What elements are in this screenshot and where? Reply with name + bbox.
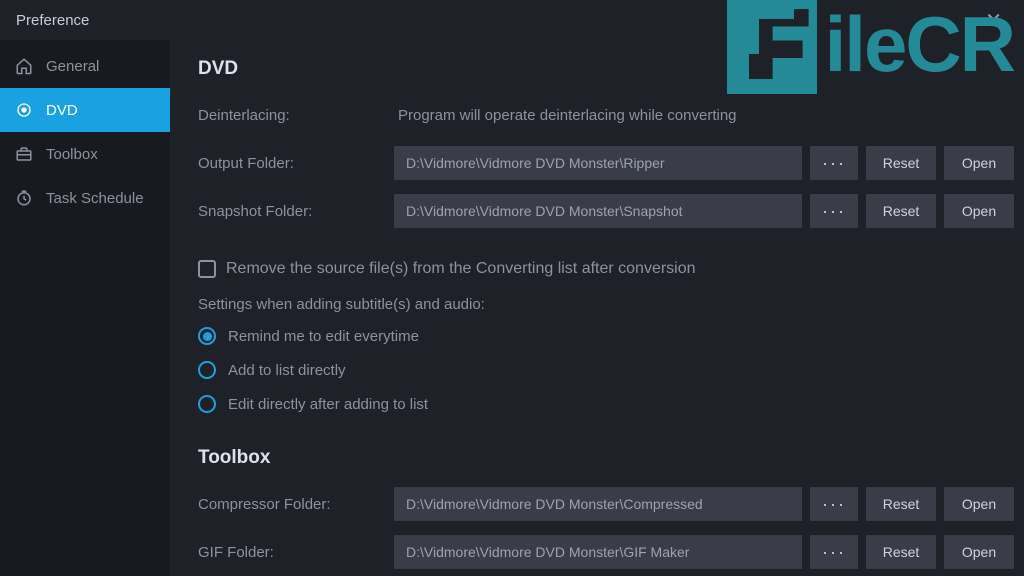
gif-folder-reset-button[interactable]: Reset — [866, 535, 936, 569]
radio-label-remind: Remind me to edit everytime — [228, 328, 419, 345]
watermark-logo-icon — [727, 0, 817, 94]
radio-remind[interactable] — [198, 327, 216, 345]
section-title-toolbox: Toolbox — [198, 447, 1014, 469]
sidebar-item-general[interactable]: General — [0, 44, 170, 88]
radio-row-edit: Edit directly after adding to list — [198, 395, 1014, 413]
sidebar: General DVD Toolbox Task Schedule — [0, 40, 170, 576]
output-folder-label: Output Folder: — [198, 155, 394, 172]
output-folder-open-button[interactable]: Open — [944, 146, 1014, 180]
gif-folder-label: GIF Folder: — [198, 544, 394, 561]
output-folder-input[interactable]: D:\Vidmore\Vidmore DVD Monster\Ripper — [394, 146, 802, 180]
snapshot-folder-row: Snapshot Folder: D:\Vidmore\Vidmore DVD … — [198, 194, 1014, 228]
main-panel: DVD Deinterlacing: Program will operate … — [170, 40, 1024, 576]
clock-icon — [14, 188, 34, 208]
watermark: ileCR — [727, 0, 1014, 94]
remove-source-label: Remove the source file(s) from the Conve… — [226, 260, 696, 278]
output-folder-reset-button[interactable]: Reset — [866, 146, 936, 180]
compressor-folder-reset-button[interactable]: Reset — [866, 487, 936, 521]
snapshot-folder-open-button[interactable]: Open — [944, 194, 1014, 228]
output-folder-row: Output Folder: D:\Vidmore\Vidmore DVD Mo… — [198, 146, 1014, 180]
remove-source-checkbox[interactable] — [198, 260, 216, 278]
radio-label-add: Add to list directly — [228, 362, 346, 379]
radio-add[interactable] — [198, 361, 216, 379]
snapshot-folder-reset-button[interactable]: Reset — [866, 194, 936, 228]
compressor-folder-browse-button[interactable]: ··· — [810, 487, 858, 521]
radio-row-remind: Remind me to edit everytime — [198, 327, 1014, 345]
gif-folder-row: GIF Folder: D:\Vidmore\Vidmore DVD Monst… — [198, 535, 1014, 569]
toolbox-icon — [14, 144, 34, 164]
radio-label-edit: Edit directly after adding to list — [228, 396, 428, 413]
sidebar-item-label: General — [46, 58, 99, 75]
snapshot-folder-input[interactable]: D:\Vidmore\Vidmore DVD Monster\Snapshot — [394, 194, 802, 228]
subtitle-settings-caption: Settings when adding subtitle(s) and aud… — [198, 296, 1014, 313]
deinterlacing-row: Deinterlacing: Program will operate dein… — [198, 98, 1014, 132]
sidebar-item-label: Toolbox — [46, 146, 98, 163]
sidebar-item-label: Task Schedule — [46, 190, 144, 207]
deinterlacing-label: Deinterlacing: — [198, 107, 398, 124]
home-icon — [14, 56, 34, 76]
deinterlacing-info: Program will operate deinterlacing while… — [398, 107, 737, 124]
sidebar-item-dvd[interactable]: DVD — [0, 88, 170, 132]
gif-folder-browse-button[interactable]: ··· — [810, 535, 858, 569]
sidebar-item-toolbox[interactable]: Toolbox — [0, 132, 170, 176]
compressor-folder-label: Compressor Folder: — [198, 496, 394, 513]
remove-source-row: Remove the source file(s) from the Conve… — [198, 260, 1014, 278]
watermark-text: ileCR — [825, 5, 1014, 83]
radio-row-add: Add to list directly — [198, 361, 1014, 379]
snapshot-folder-label: Snapshot Folder: — [198, 203, 394, 220]
compressor-folder-input[interactable]: D:\Vidmore\Vidmore DVD Monster\Compresse… — [394, 487, 802, 521]
compressor-folder-row: Compressor Folder: D:\Vidmore\Vidmore DV… — [198, 487, 1014, 521]
radio-edit[interactable] — [198, 395, 216, 413]
sidebar-item-task-schedule[interactable]: Task Schedule — [0, 176, 170, 220]
gif-folder-open-button[interactable]: Open — [944, 535, 1014, 569]
sidebar-item-label: DVD — [46, 102, 78, 119]
compressor-folder-open-button[interactable]: Open — [944, 487, 1014, 521]
output-folder-browse-button[interactable]: ··· — [810, 146, 858, 180]
window-title: Preference — [16, 12, 89, 29]
gif-folder-input[interactable]: D:\Vidmore\Vidmore DVD Monster\GIF Maker — [394, 535, 802, 569]
dot-icon — [14, 100, 34, 120]
snapshot-folder-browse-button[interactable]: ··· — [810, 194, 858, 228]
